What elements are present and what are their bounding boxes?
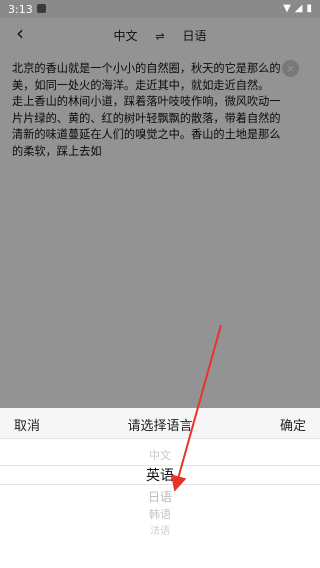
status-bar: 3:13 ▼ ◢ ▮ bbox=[0, 0, 320, 18]
picker-option-selected[interactable]: 英语 bbox=[0, 465, 320, 485]
confirm-button[interactable]: 确定 bbox=[280, 415, 306, 434]
picker-option[interactable]: 韩语 bbox=[0, 506, 320, 522]
status-icons: ▼ ◢ ▮ bbox=[279, 3, 312, 14]
picker-option[interactable]: 日语 bbox=[0, 488, 320, 505]
picker-option[interactable]: 法语 bbox=[0, 522, 320, 537]
sheet-title: 请选择语言 bbox=[127, 419, 193, 434]
wifi-icon: ▼ bbox=[283, 3, 291, 14]
picker-option[interactable]: 中文 bbox=[0, 447, 320, 463]
language-picker-sheet: 取消 请选择语言 确定 中文 英语 日语 韩语 法语 bbox=[0, 408, 320, 568]
sheet-header: 取消 请选择语言 确定 bbox=[0, 408, 320, 439]
signal-icon: ◢ bbox=[294, 3, 303, 14]
notification-icon bbox=[37, 4, 46, 13]
status-time: 3:13 bbox=[8, 3, 33, 16]
language-wheel[interactable]: 中文 英语 日语 韩语 法语 bbox=[0, 438, 320, 568]
battery-icon: ▮ bbox=[306, 3, 312, 14]
